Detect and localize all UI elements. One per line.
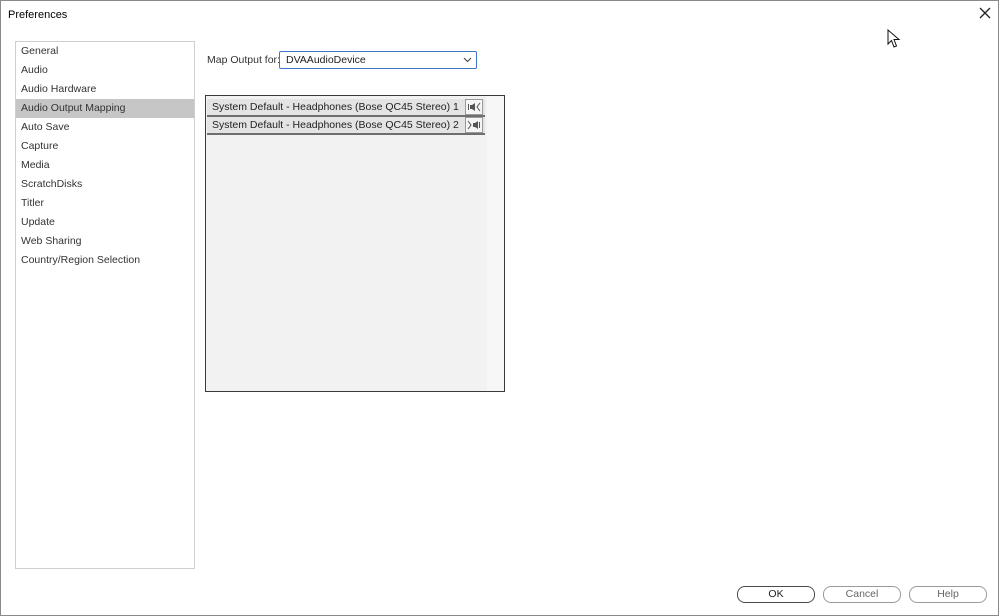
device-select[interactable]: DVAAudioDevice bbox=[279, 51, 477, 69]
cancel-button[interactable]: Cancel bbox=[823, 586, 901, 603]
sidebar-item-auto-save[interactable]: Auto Save bbox=[16, 118, 194, 137]
sidebar-item-label: Update bbox=[21, 216, 55, 228]
sidebar-item-label: Audio Output Mapping bbox=[21, 102, 126, 114]
sidebar-item-general[interactable]: General bbox=[16, 42, 194, 61]
sidebar-item-label: Country/Region Selection bbox=[21, 254, 141, 266]
sidebar-item-label: Capture bbox=[21, 140, 59, 152]
sidebar-item-label: Media bbox=[21, 159, 50, 171]
sidebar-item-media[interactable]: Media bbox=[16, 156, 194, 175]
sidebar-item-audio[interactable]: Audio bbox=[16, 61, 194, 80]
mapping-scroll-area[interactable] bbox=[487, 96, 504, 391]
help-button[interactable]: Help bbox=[909, 586, 987, 603]
close-button[interactable] bbox=[976, 4, 994, 22]
map-output-label: Map Output for: bbox=[207, 54, 280, 66]
speaker-left-icon[interactable] bbox=[465, 99, 483, 115]
channel-label: System Default - Headphones (Bose QC45 S… bbox=[212, 101, 459, 113]
device-select-value: DVAAudioDevice bbox=[286, 54, 366, 66]
close-icon bbox=[979, 7, 991, 19]
sidebar-item-scratchdisks[interactable]: ScratchDisks bbox=[16, 175, 194, 194]
sidebar-item-update[interactable]: Update bbox=[16, 213, 194, 232]
sidebar-item-capture[interactable]: Capture bbox=[16, 137, 194, 156]
speaker-right-icon[interactable] bbox=[465, 117, 483, 133]
sidebar-item-web-sharing[interactable]: Web Sharing bbox=[16, 232, 194, 251]
channel-row-2[interactable]: System Default - Headphones (Bose QC45 S… bbox=[207, 117, 485, 135]
sidebar-item-country-region-selection[interactable]: Country/Region Selection bbox=[16, 251, 194, 270]
sidebar-item-label: Audio bbox=[21, 64, 48, 76]
sidebar-item-audio-hardware[interactable]: Audio Hardware bbox=[16, 80, 194, 99]
sidebar-item-titler[interactable]: Titler bbox=[16, 194, 194, 213]
sidebar-item-label: Audio Hardware bbox=[21, 83, 97, 95]
sidebar-item-label: ScratchDisks bbox=[21, 178, 83, 190]
preferences-dialog: Preferences General Audio Audio Hardware… bbox=[0, 0, 999, 616]
mouse-pointer-icon bbox=[887, 29, 901, 48]
channel-label: System Default - Headphones (Bose QC45 S… bbox=[212, 119, 459, 131]
sidebar-item-label: General bbox=[21, 45, 59, 57]
sidebar-item-label: Web Sharing bbox=[21, 235, 82, 247]
output-mapping-panel: System Default - Headphones (Bose QC45 S… bbox=[205, 95, 505, 392]
sidebar-item-label: Auto Save bbox=[21, 121, 70, 133]
ok-button[interactable]: OK bbox=[737, 586, 815, 603]
dialog-title: Preferences bbox=[8, 9, 68, 21]
title-bar: Preferences bbox=[1, 1, 998, 29]
preferences-sidebar: General Audio Audio Hardware Audio Outpu… bbox=[15, 41, 195, 569]
chevron-down-icon bbox=[463, 57, 472, 63]
category-list: General Audio Audio Hardware Audio Outpu… bbox=[16, 42, 194, 270]
sidebar-item-label: Titler bbox=[21, 197, 44, 209]
channel-row-1[interactable]: System Default - Headphones (Bose QC45 S… bbox=[207, 99, 485, 117]
sidebar-item-audio-output-mapping[interactable]: Audio Output Mapping bbox=[16, 99, 194, 118]
